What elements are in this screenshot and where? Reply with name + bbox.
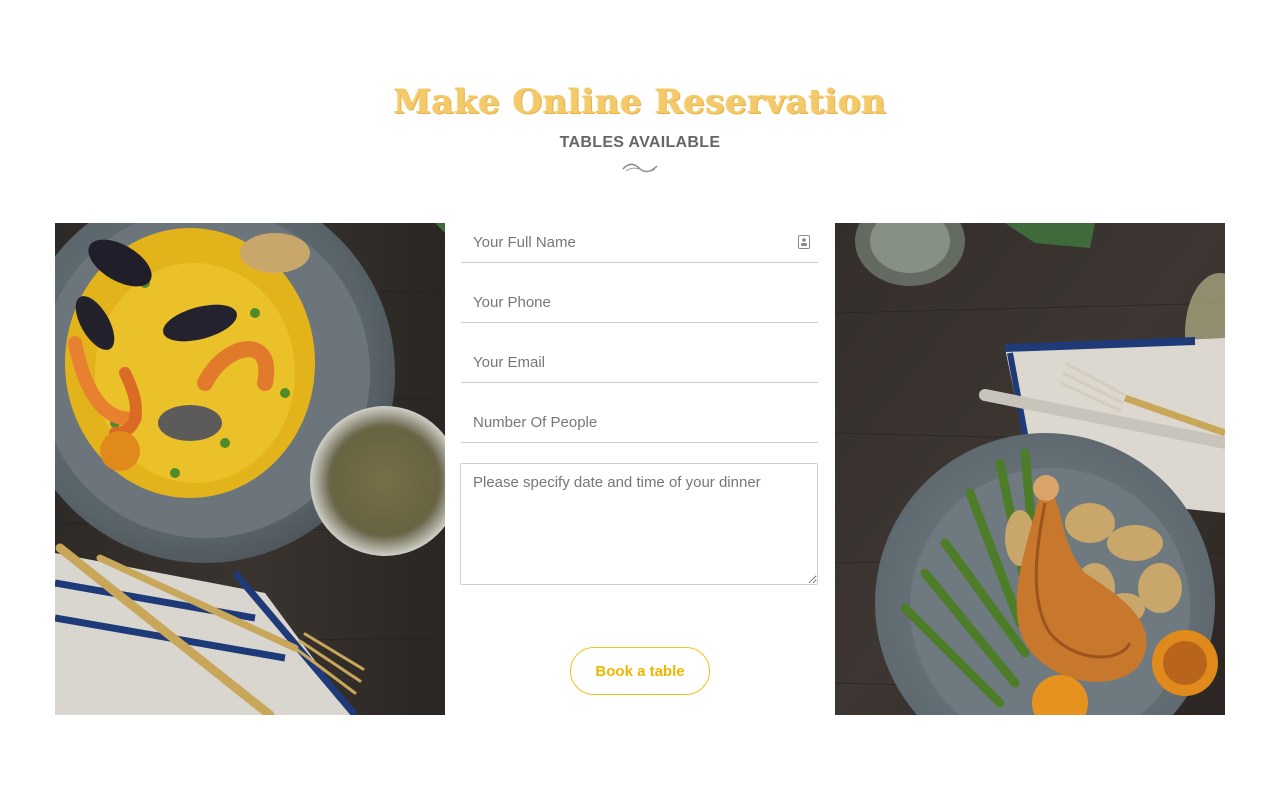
book-table-button[interactable]: Book a table bbox=[570, 647, 710, 695]
full-name-input[interactable] bbox=[461, 223, 793, 261]
food-photo-left bbox=[55, 223, 445, 715]
food-photo-right bbox=[835, 223, 1225, 715]
phone-input[interactable] bbox=[461, 283, 793, 321]
people-field bbox=[461, 403, 818, 443]
full-name-field bbox=[461, 223, 818, 263]
dinner-details-textarea[interactable] bbox=[460, 463, 818, 585]
email-field bbox=[461, 343, 818, 383]
page-subtitle: TABLES AVAILABLE bbox=[559, 134, 721, 151]
email-input[interactable] bbox=[461, 343, 793, 381]
swirl-divider-icon bbox=[622, 163, 658, 173]
page-title: Make Online Reservation bbox=[393, 82, 887, 122]
reservation-form: Book a table bbox=[460, 223, 820, 715]
phone-field bbox=[461, 283, 818, 323]
number-of-people-input[interactable] bbox=[461, 403, 793, 441]
contact-card-icon[interactable] bbox=[798, 235, 810, 249]
